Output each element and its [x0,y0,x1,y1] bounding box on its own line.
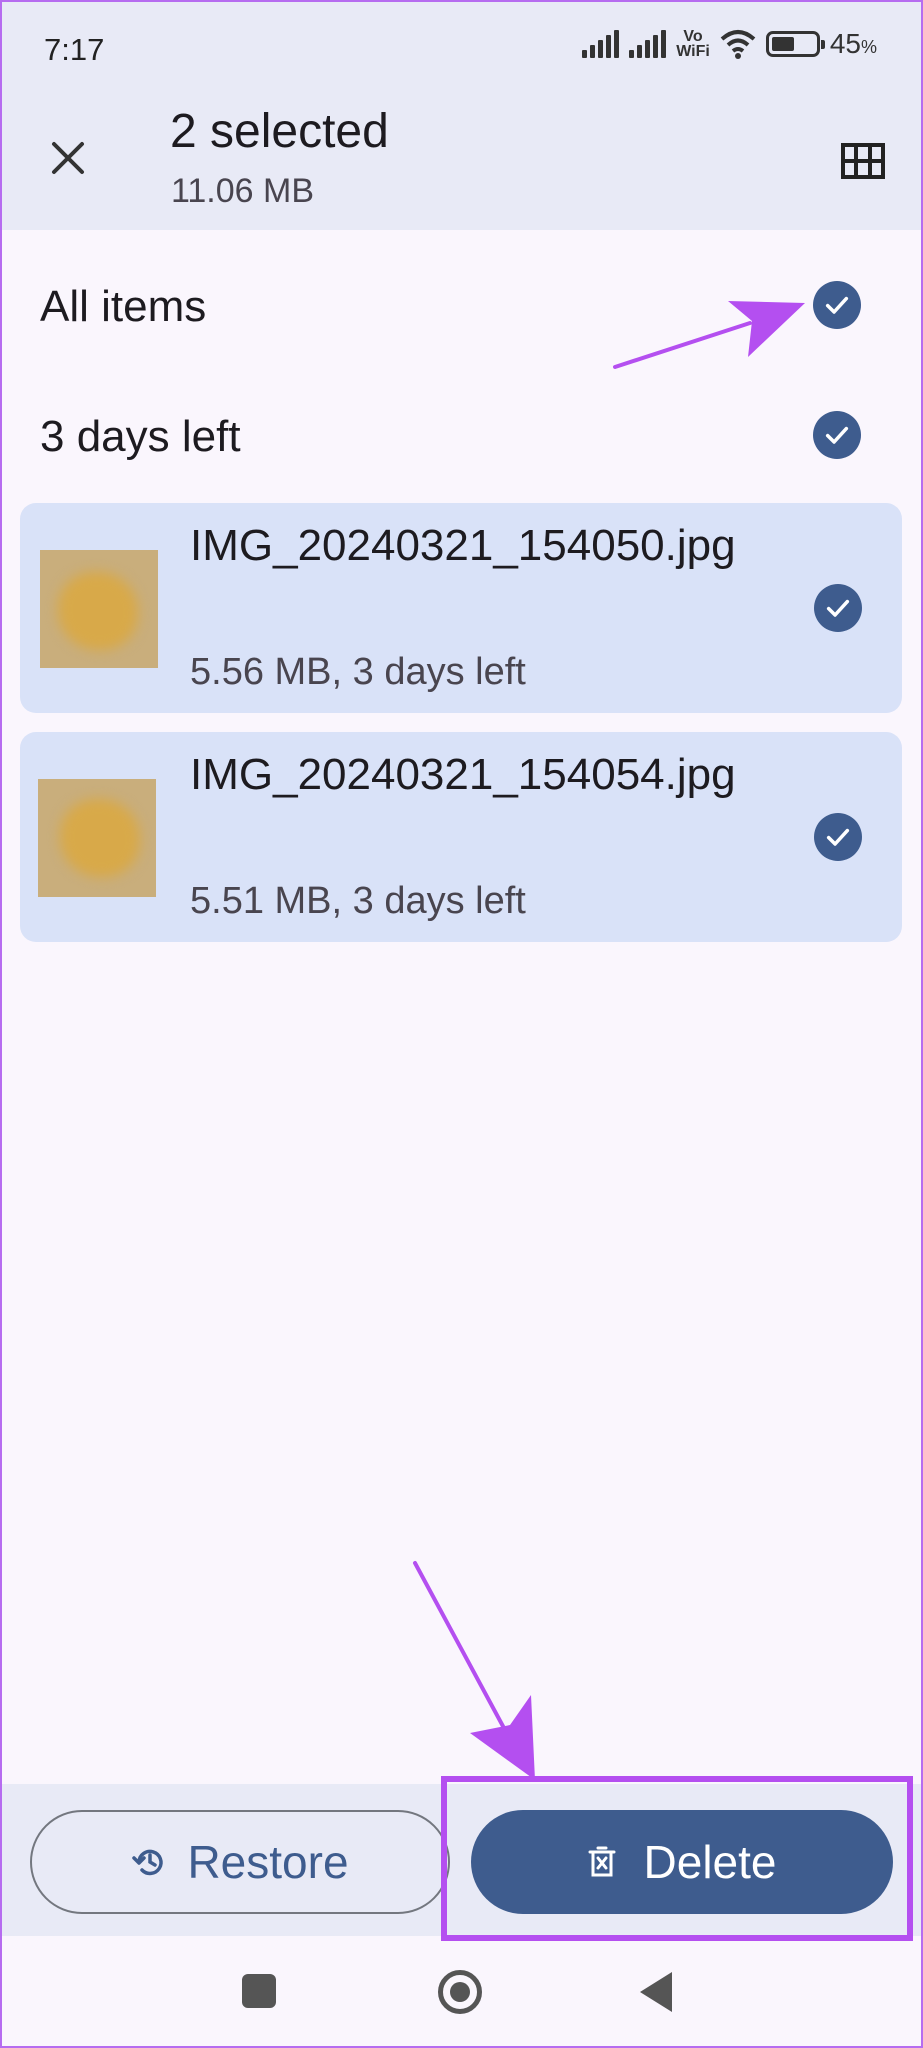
check-icon [825,296,849,314]
battery-level [771,37,794,51]
days-left-checkbox[interactable] [813,411,861,459]
file-meta: 5.56 MB, 3 days left [190,651,526,693]
file-checkbox[interactable] [814,813,862,861]
annotation-arrow-icon [613,301,805,369]
days-left-label: 3 days left [40,412,241,461]
grid-view-button[interactable] [838,136,888,186]
grid-view-icon [841,143,885,179]
close-button[interactable] [38,128,98,188]
file-item[interactable]: IMG_20240321_154054.jpg 5.51 MB, 3 days … [20,732,902,942]
check-icon [826,599,850,617]
recents-icon[interactable] [242,1974,276,2008]
all-items-label: All items [40,282,207,331]
all-items-checkbox[interactable] [813,281,861,329]
selection-size: 11.06 MB [171,172,315,210]
days-left-group-row[interactable]: 3 days left [0,386,923,486]
file-name: IMG_20240321_154054.jpg [190,750,736,799]
status-icons: Vo WiFi 45% [582,28,877,60]
selection-header: 2 selected 11.06 MB [0,100,923,230]
vowifi-indicator: Vo WiFi [676,28,710,60]
annotation-highlight-box [441,1776,913,1941]
restore-label: Restore [187,1836,349,1888]
wifi-icon [720,30,756,59]
status-time: 7:17 [44,32,105,67]
annotation-arrow-icon [413,1561,535,1780]
status-bar: 7:17 Vo WiFi 45% [0,0,923,100]
close-icon [52,142,84,174]
file-checkbox[interactable] [814,584,862,632]
back-icon[interactable] [640,1972,672,2012]
signal-icon [582,30,620,58]
file-meta: 5.51 MB, 3 days left [190,880,526,922]
home-icon[interactable] [438,1970,482,2014]
battery-icon [765,31,825,57]
file-thumbnail [40,550,158,668]
check-icon [825,426,849,444]
file-thumbnail [38,779,156,897]
system-nav-bar [0,1936,923,2048]
signal-icon-2 [629,30,667,58]
restore-icon [132,1849,164,1876]
file-item[interactable]: IMG_20240321_154050.jpg 5.56 MB, 3 days … [20,503,902,713]
file-name: IMG_20240321_154050.jpg [190,521,736,570]
check-icon [826,828,850,846]
restore-button[interactable]: Restore [30,1810,450,1914]
selection-count: 2 selected [170,105,389,158]
battery-percent: 45% [829,28,877,59]
